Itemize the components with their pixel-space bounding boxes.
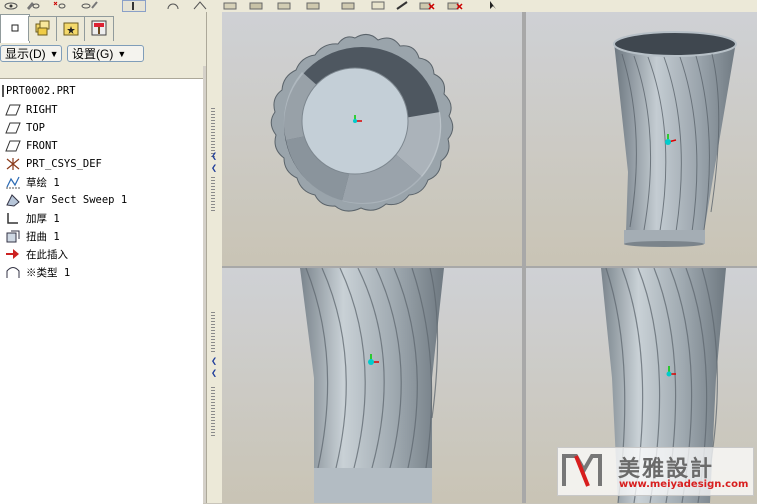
- datum-plane-icon: [4, 139, 22, 153]
- tree-node-label: Var Sect Sweep 1: [26, 194, 128, 206]
- tree-node-var-sect-sweep[interactable]: Var Sect Sweep 1: [0, 191, 127, 209]
- tree-node-label: RIGHT: [26, 104, 58, 116]
- tree-node-right[interactable]: RIGHT: [0, 101, 58, 119]
- blend-tool-icon[interactable]: [340, 0, 356, 10]
- collapse-left-icon[interactable]: ❮: [210, 152, 218, 162]
- tree-root-label: PRT0002.PRT: [6, 85, 76, 97]
- collapse-left-icon[interactable]: ❮: [210, 164, 218, 174]
- tree-node-label: ※类型 1: [26, 266, 71, 279]
- show-button-label: 显示(D): [5, 47, 46, 61]
- extrude-tool-icon[interactable]: [248, 0, 264, 10]
- select-filter-icon[interactable]: [122, 0, 146, 12]
- tree-node-thicken[interactable]: 加厚 1: [0, 209, 60, 227]
- settings-button-label: 设置(G): [72, 47, 114, 61]
- sweep-icon: [4, 193, 22, 207]
- tab-layers[interactable]: [28, 16, 58, 41]
- splitter-grip[interactable]: [211, 387, 215, 437]
- tab-favorites[interactable]: [56, 16, 86, 41]
- tree-node-label: TOP: [26, 122, 45, 134]
- folder-star-icon: [63, 20, 79, 39]
- meiya-logo-icon: [562, 454, 602, 487]
- tree-node-insert-here[interactable]: 在此插入: [0, 245, 68, 263]
- part-icon: [2, 85, 4, 97]
- sweep-tool-icon[interactable]: [305, 0, 321, 10]
- watermark: 美雅設計 www.meiyadesign.com: [557, 447, 754, 496]
- delete-feature-icon[interactable]: [418, 0, 436, 10]
- pattern-tool-icon[interactable]: [370, 0, 386, 10]
- viewport-top-view[interactable]: [222, 12, 522, 266]
- datum-plane-icon: [4, 103, 22, 117]
- collapse-left-icon[interactable]: ❮: [210, 357, 218, 367]
- datum-plane-icon: [4, 121, 22, 135]
- tree-node-label: 扭曲 1: [26, 230, 60, 243]
- tree-node-sketch[interactable]: 草绘 1: [0, 173, 60, 191]
- panel-splitter[interactable]: ❮ ❮ ❮ ❮: [206, 12, 223, 503]
- navigator-tabs: [0, 14, 206, 43]
- tab-model-tree[interactable]: [0, 14, 30, 43]
- tree-root[interactable]: PRT0002.PRT: [0, 82, 76, 100]
- viewport-default-view[interactable]: [526, 12, 757, 266]
- revolve-tool-icon[interactable]: [276, 0, 292, 10]
- tab-tools[interactable]: [84, 16, 114, 41]
- datum-tool-icon[interactable]: [222, 0, 238, 10]
- pointer-help-icon[interactable]: [487, 0, 501, 10]
- insert-here-icon: [4, 247, 22, 261]
- thicken-icon: [4, 211, 22, 225]
- tree-node-label: 草绘 1: [26, 176, 60, 189]
- warp-icon: [4, 229, 22, 243]
- viewport-front-view[interactable]: [222, 268, 522, 503]
- tree-node-label: FRONT: [26, 140, 58, 152]
- watermark-url: www.meiyadesign.com: [619, 479, 749, 490]
- settings-dropdown-button[interactable]: 设置(G) ▼: [67, 45, 144, 62]
- splitter-grip[interactable]: [211, 312, 215, 352]
- navigator-button-row: 显示(D) ▼ 设置(G) ▼: [0, 44, 206, 66]
- shape-type-icon: [4, 265, 22, 279]
- edit-eye-icon[interactable]: [26, 0, 40, 10]
- chevron-down-icon: ▼: [117, 48, 127, 59]
- sketch-tool-icon[interactable]: [192, 0, 208, 10]
- tree-node-shape-type[interactable]: ※类型 1: [0, 263, 70, 281]
- tree-node-label: 加厚 1: [26, 212, 60, 225]
- hammer-icon: [90, 19, 108, 40]
- suppress-feature-icon[interactable]: [446, 0, 464, 10]
- vase-front-view: [300, 268, 444, 503]
- layers-icon: [35, 20, 51, 39]
- tree-node-front[interactable]: FRONT: [0, 137, 58, 155]
- tree-node-label: PRT_CSYS_DEF: [26, 158, 102, 170]
- tree-node-top[interactable]: TOP: [0, 119, 45, 137]
- view-eye-icon[interactable]: [4, 0, 18, 10]
- vase-top-view: [270, 34, 454, 212]
- close-eye-icon[interactable]: [52, 0, 66, 10]
- tree-node-warp[interactable]: 扭曲 1: [0, 227, 60, 245]
- chevron-down-icon: ▼: [49, 48, 59, 59]
- rotate-icon[interactable]: [165, 0, 181, 10]
- hide-eye-icon[interactable]: [80, 0, 100, 10]
- show-dropdown-button[interactable]: 显示(D) ▼: [0, 45, 62, 62]
- splitter-grip[interactable]: [211, 177, 215, 212]
- tree-node-csys[interactable]: PRT_CSYS_DEF: [0, 155, 102, 173]
- collapse-left-icon[interactable]: ❮: [210, 369, 218, 379]
- sketch-icon: [4, 175, 22, 189]
- model-tree: PRT0002.PRT RIGHT TOP FRONT PRT_CSYS_DEF…: [0, 78, 203, 504]
- model-tree-icon: [10, 23, 20, 36]
- pen-tool-icon[interactable]: [395, 0, 411, 10]
- vase-isometric-view: [613, 31, 737, 247]
- coordinate-system-icon: [4, 157, 22, 171]
- tree-node-label: 在此插入: [26, 248, 68, 261]
